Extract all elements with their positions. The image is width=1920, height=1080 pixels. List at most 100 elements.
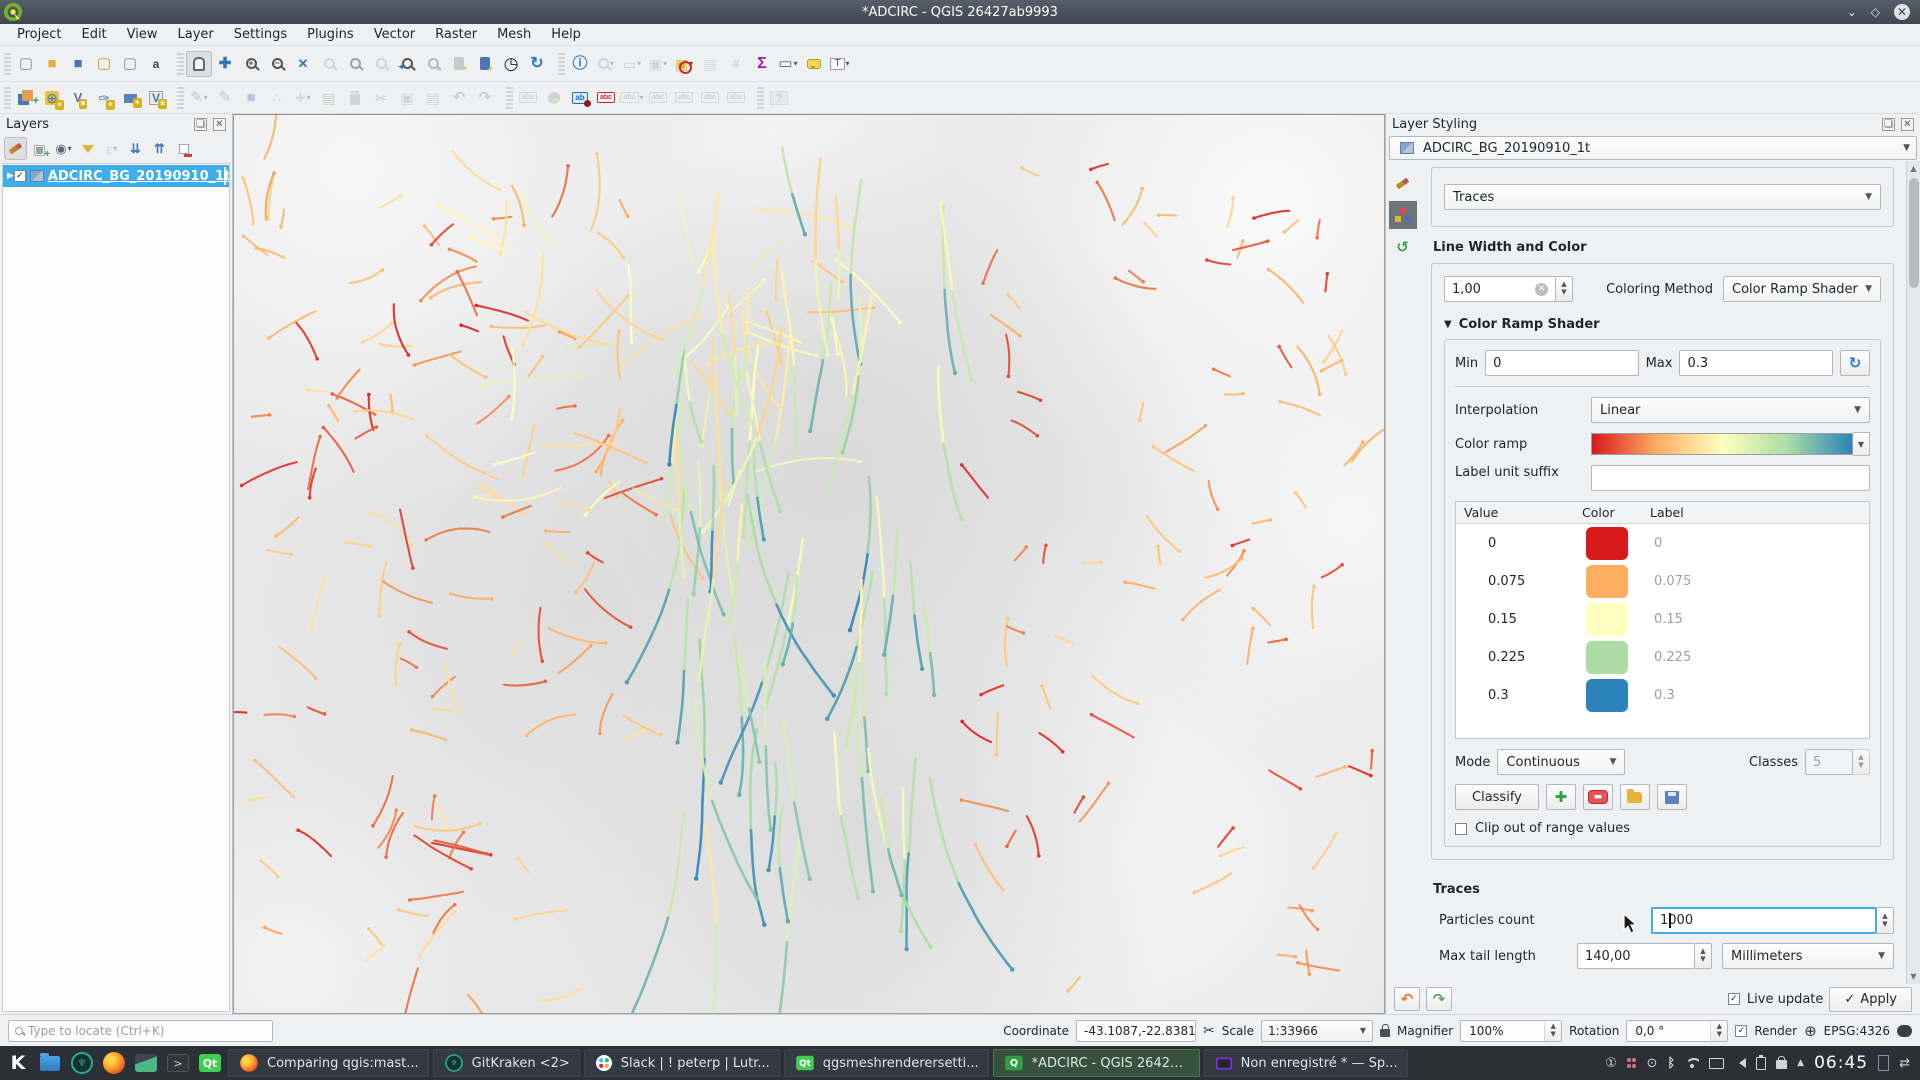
app-launcher-firefox[interactable] xyxy=(100,1049,128,1077)
statistics-icon[interactable]: Σ xyxy=(749,51,775,77)
add-value-button[interactable]: ✚ xyxy=(1546,784,1576,810)
app-launcher-gitkraken[interactable]: ♆ xyxy=(68,1049,96,1077)
toolbar-grip[interactable] xyxy=(4,53,11,75)
menu-vector[interactable]: Vector xyxy=(365,25,424,44)
add-vector-layer-icon[interactable]: V xyxy=(65,85,91,111)
taskbar-task-gitkraken[interactable]: ♆GitKraken <2> xyxy=(433,1049,580,1077)
add-group-icon[interactable]: ▣ xyxy=(28,137,51,160)
digitize-icon[interactable]: ∴ xyxy=(264,85,290,111)
taskbar-task-spectacle[interactable]: Non enregistré * — Sp... xyxy=(1204,1049,1408,1077)
zoom-last-icon[interactable] xyxy=(394,51,420,77)
table-row[interactable]: 0.225 0.225 xyxy=(1456,638,1869,676)
filter-legend-icon[interactable] xyxy=(76,137,99,160)
toolbar-grip[interactable] xyxy=(757,87,764,109)
map-canvas[interactable] xyxy=(233,114,1385,1014)
app-launcher-photos[interactable] xyxy=(132,1049,160,1077)
pan-map-icon[interactable] xyxy=(186,51,212,77)
classes-stepper[interactable]: ▲▼ xyxy=(1853,749,1870,775)
line-width-stepper[interactable]: ▲▼ xyxy=(1556,276,1573,302)
show-desktop-button[interactable] xyxy=(1878,1055,1889,1071)
toolbar-grip[interactable] xyxy=(177,87,184,109)
add-layer-icon[interactable]: ⊕ xyxy=(39,85,65,111)
new-project-icon[interactable]: ▢ xyxy=(13,51,39,77)
close-panel-icon[interactable]: ✕ xyxy=(1901,118,1914,131)
column-header-label[interactable]: Label xyxy=(1642,505,1869,520)
current-edits-icon[interactable]: ✎▾ xyxy=(186,85,212,111)
field-calculator-icon[interactable]: # xyxy=(723,51,749,77)
measure-icon[interactable]: ▭▾ xyxy=(775,51,801,77)
scroll-up-icon[interactable]: ▲ xyxy=(1910,161,1916,176)
save-ramp-button[interactable] xyxy=(1657,784,1687,810)
move-label-icon[interactable]: abc xyxy=(671,85,697,111)
lock-scale-icon[interactable] xyxy=(1380,1029,1390,1037)
coloring-method-combo[interactable]: Color Ramp Shader ▼ xyxy=(1723,276,1881,302)
add-virtual-layer-icon[interactable]: V xyxy=(143,85,169,111)
vertex-tool-icon[interactable]: ✛▾ xyxy=(290,85,316,111)
zoom-native-icon[interactable] xyxy=(368,51,394,77)
column-header-value[interactable]: Value xyxy=(1456,505,1574,520)
display-icon[interactable] xyxy=(1709,1058,1724,1069)
cut-features-icon[interactable]: ✂ xyxy=(368,85,394,111)
color-ramp-widget[interactable] xyxy=(1591,433,1853,455)
add-spatialite-layer-icon[interactable]: ✑ xyxy=(91,85,117,111)
help-contents-icon[interactable]: ? xyxy=(766,85,792,111)
pan-to-selection-icon[interactable]: ✚ xyxy=(212,51,238,77)
color-swatch[interactable] xyxy=(1586,641,1628,674)
color-swatch[interactable] xyxy=(1586,679,1628,712)
load-ramp-button[interactable] xyxy=(1620,784,1650,810)
remove-value-button[interactable]: ▬ xyxy=(1583,784,1613,810)
color-swatch[interactable] xyxy=(1586,527,1628,560)
tab-symbology[interactable] xyxy=(1389,169,1417,197)
apply-button[interactable]: ✓ Apply xyxy=(1829,987,1912,1012)
deselect-all-icon[interactable]: ▣▾ xyxy=(671,51,697,77)
close-panel-icon[interactable]: ✕ xyxy=(213,118,226,131)
column-header-color[interactable]: Color xyxy=(1574,505,1642,520)
layer-item[interactable]: ▶ ✓ ADCIRC_BG_20190910_1t xyxy=(3,165,229,187)
feature-action-icon[interactable]: ▾ xyxy=(593,51,619,77)
layer-labeling-options-icon[interactable]: abc xyxy=(515,85,541,111)
zoom-next-icon[interactable] xyxy=(420,51,446,77)
toolbar-grip[interactable] xyxy=(558,53,565,75)
expand-all-icon[interactable]: ⇊ xyxy=(124,137,147,160)
expand-layer-icon[interactable]: ▶ xyxy=(7,171,14,181)
table-row[interactable]: 0.075 0.075 xyxy=(1456,562,1869,600)
table-row[interactable]: 0.3 0.3 xyxy=(1456,676,1869,714)
data-source-manager-icon[interactable] xyxy=(13,85,39,111)
classes-input[interactable]: 5 xyxy=(1805,749,1853,775)
map-tips-icon[interactable] xyxy=(801,51,827,77)
max-input[interactable]: 0.3 xyxy=(1679,350,1833,376)
clipboard-icon[interactable] xyxy=(1756,1057,1766,1070)
menu-settings[interactable]: Settings xyxy=(225,25,296,44)
tray-expand-icon[interactable]: ▲ xyxy=(1797,1058,1804,1068)
vault-icon[interactable] xyxy=(1776,1060,1787,1069)
messages-icon[interactable] xyxy=(1897,1025,1912,1037)
layer-visibility-checkbox[interactable]: ✓ xyxy=(14,170,26,182)
menu-view[interactable]: View xyxy=(118,25,167,44)
table-row[interactable]: 0 0 xyxy=(1456,524,1869,562)
zoom-to-layer-icon[interactable] xyxy=(342,51,368,77)
coordinate-input[interactable]: -43.1087,-22.8381 xyxy=(1076,1020,1196,1042)
taskbar-task-qgis[interactable]: Q*ADCIRC - QGIS 26427... xyxy=(993,1049,1200,1077)
tray-updates-icon[interactable]: ⊙ xyxy=(1646,1056,1657,1071)
menu-project[interactable]: Project xyxy=(8,25,70,44)
change-label-icon[interactable]: abc xyxy=(723,85,749,111)
max-tail-length-input[interactable]: 140,00 xyxy=(1577,943,1695,969)
wifi-icon[interactable] xyxy=(1685,1058,1699,1068)
clear-icon[interactable]: ✕ xyxy=(1535,283,1548,296)
menu-plugins[interactable]: Plugins xyxy=(298,25,363,44)
show-bookmarks-icon[interactable] xyxy=(472,51,498,77)
min-input[interactable]: 0 xyxy=(1485,350,1639,376)
tray-info-icon[interactable]: ① xyxy=(1605,1056,1617,1071)
reload-min-max-button[interactable]: ↻ xyxy=(1840,350,1870,376)
label-unit-input[interactable] xyxy=(1591,465,1870,491)
layer-labeling-icon[interactable]: ab xyxy=(567,85,593,111)
toolbar-grip[interactable] xyxy=(506,87,513,109)
color-swatch[interactable] xyxy=(1586,565,1628,598)
delete-selected-icon[interactable] xyxy=(342,85,368,111)
refresh-icon[interactable]: ↻ xyxy=(524,51,550,77)
zoom-full-icon[interactable]: ✕ xyxy=(290,51,316,77)
app-launcher-kde[interactable]: K xyxy=(4,1049,32,1077)
color-ramp-dropdown[interactable]: ▼ xyxy=(1853,432,1870,456)
toolbar-grip[interactable] xyxy=(4,87,11,109)
save-edits-icon[interactable]: ■ xyxy=(238,85,264,111)
